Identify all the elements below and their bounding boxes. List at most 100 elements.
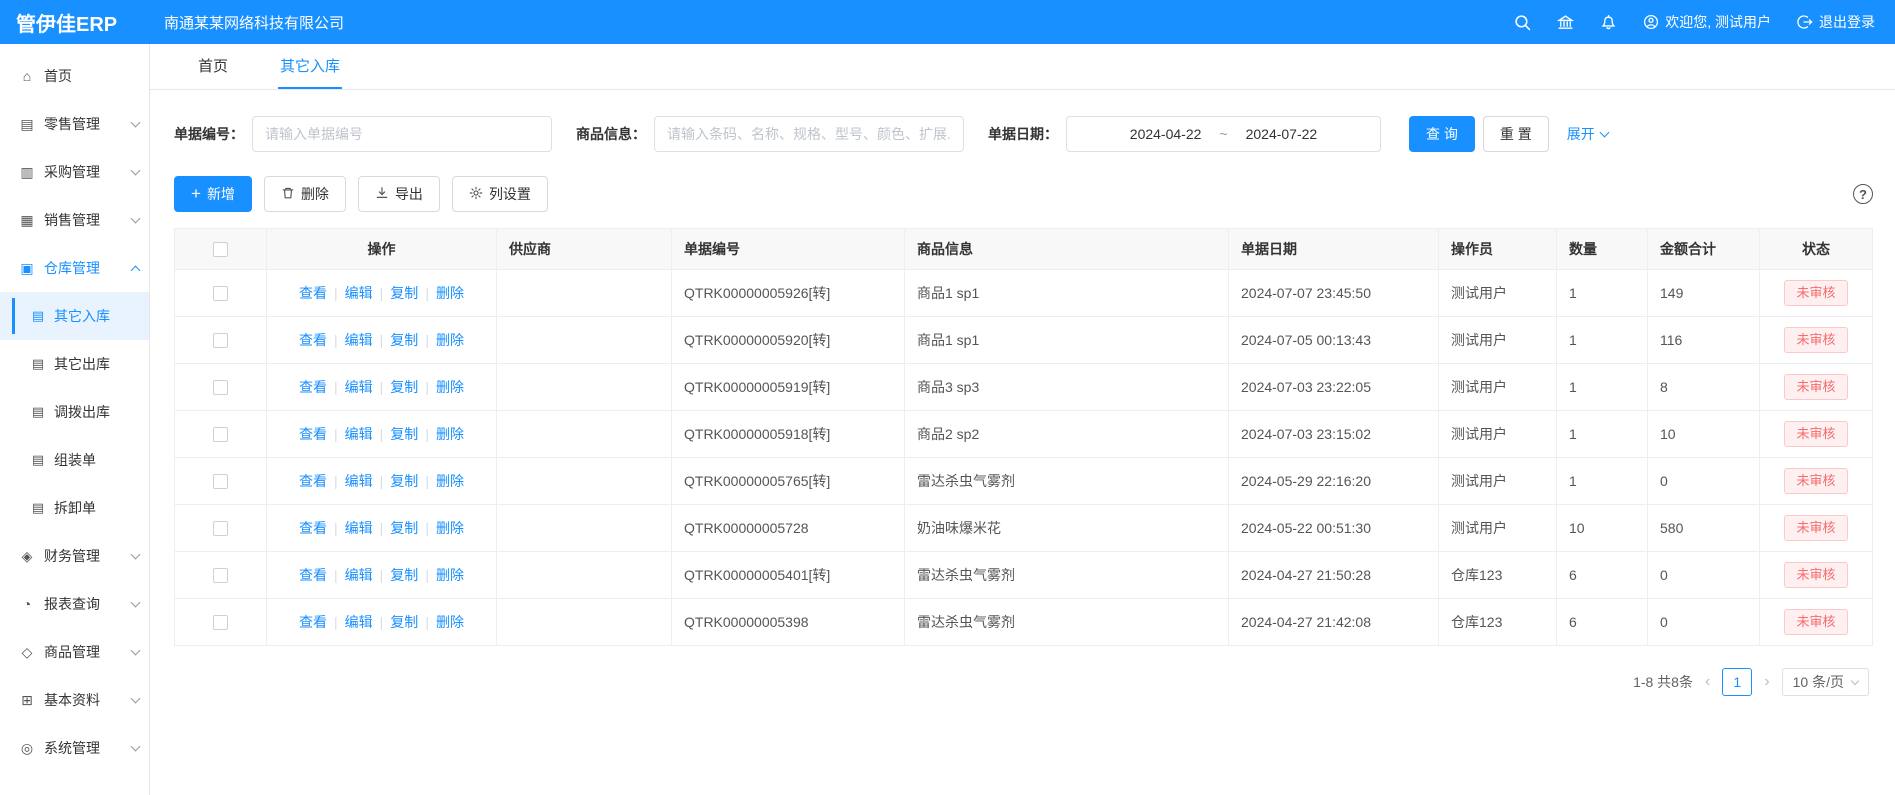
action-separator: | — [334, 473, 338, 489]
row-delete-link[interactable]: 删除 — [436, 285, 464, 301]
sidebar-item-warehouse[interactable]: ▣ 仓库管理 — [0, 244, 149, 292]
sidebar-subitem-label: 其它入库 — [54, 306, 110, 326]
export-button[interactable]: 导出 — [358, 176, 440, 212]
row-checkbox[interactable] — [213, 380, 228, 395]
row-checkbox[interactable] — [213, 474, 228, 489]
product-info-input[interactable] — [654, 116, 964, 152]
amount-cell: 580 — [1648, 505, 1760, 552]
copy-link[interactable]: 复制 — [390, 520, 418, 536]
edit-link[interactable]: 编辑 — [345, 567, 373, 583]
edit-link[interactable]: 编辑 — [345, 614, 373, 630]
delete-button[interactable]: 删除 — [264, 176, 346, 212]
date-to[interactable]: 2024-07-22 — [1246, 126, 1318, 142]
bank-icon[interactable] — [1557, 14, 1574, 31]
sidebar-item-goods[interactable]: ◇ 商品管理 — [0, 628, 149, 676]
bell-icon[interactable] — [1600, 14, 1617, 31]
view-link[interactable]: 查看 — [299, 520, 327, 536]
qty-cell: 10 — [1557, 505, 1648, 552]
sidebar-item-retail[interactable]: ▤ 零售管理 — [0, 100, 149, 148]
row-checkbox[interactable] — [213, 615, 228, 630]
status-badge: 未审核 — [1784, 327, 1847, 353]
table-container: 操作 供应商 单据编号 商品信息 单据日期 操作员 数量 金额合计 状态 查看|… — [150, 228, 1895, 646]
row-delete-link[interactable]: 删除 — [436, 567, 464, 583]
reset-button[interactable]: 重 置 — [1483, 116, 1549, 152]
tab-home[interactable]: 首页 — [196, 44, 230, 89]
edit-link[interactable]: 编辑 — [345, 426, 373, 442]
sidebar-item-sales[interactable]: ▦ 销售管理 — [0, 196, 149, 244]
action-separator: | — [425, 567, 429, 583]
sidebar-item-basic-data[interactable]: ⊞ 基本资料 — [0, 676, 149, 724]
select-all-checkbox[interactable] — [213, 242, 228, 257]
view-link[interactable]: 查看 — [299, 473, 327, 489]
menu-icon: ◈ — [18, 548, 36, 565]
welcome-user[interactable]: 欢迎您, 测试用户 — [1643, 12, 1771, 32]
edit-link[interactable]: 编辑 — [345, 332, 373, 348]
copy-link[interactable]: 复制 — [390, 285, 418, 301]
sidebar-item-home[interactable]: ⌂ 首页 — [0, 52, 149, 100]
copy-link[interactable]: 复制 — [390, 379, 418, 395]
column-settings-button[interactable]: 列设置 — [452, 176, 548, 212]
gear-icon — [469, 186, 483, 203]
help-icon[interactable]: ? — [1853, 184, 1873, 204]
sidebar-item-system[interactable]: ◎ 系统管理 — [0, 724, 149, 772]
actions-cell: 查看|编辑|复制|删除 — [267, 317, 497, 364]
edit-link[interactable]: 编辑 — [345, 285, 373, 301]
view-link[interactable]: 查看 — [299, 614, 327, 630]
tab-other-inbound[interactable]: 其它入库 — [278, 44, 342, 89]
row-checkbox[interactable] — [213, 286, 228, 301]
logout-button[interactable]: 退出登录 — [1797, 12, 1875, 32]
table-row: 查看|编辑|复制|删除 QTRK00000005926[转] 商品1 sp1 2… — [175, 270, 1873, 317]
sidebar-subitem-assembly-order[interactable]: ▤ 组装单 — [0, 436, 149, 484]
row-delete-link[interactable]: 删除 — [436, 332, 464, 348]
sidebar-subitem-disassembly-order[interactable]: ▤ 拆卸单 — [0, 484, 149, 532]
operator-cell: 仓库123 — [1439, 599, 1557, 646]
menu-icon: ◇ — [18, 644, 36, 661]
next-page-button[interactable]: › — [1762, 673, 1771, 691]
row-delete-link[interactable]: 删除 — [436, 520, 464, 536]
row-delete-link[interactable]: 删除 — [436, 426, 464, 442]
edit-link[interactable]: 编辑 — [345, 379, 373, 395]
page-size-select[interactable]: 10 条/页 — [1782, 668, 1869, 696]
view-link[interactable]: 查看 — [299, 379, 327, 395]
action-separator: | — [380, 520, 384, 536]
bill-no-cell: QTRK00000005765[转] — [672, 458, 905, 505]
row-delete-link[interactable]: 删除 — [436, 379, 464, 395]
operator-cell: 测试用户 — [1439, 270, 1557, 317]
sidebar-item-finance[interactable]: ◈ 财务管理 — [0, 532, 149, 580]
edit-link[interactable]: 编辑 — [345, 520, 373, 536]
row-checkbox[interactable] — [213, 568, 228, 583]
sidebar-subitem-other-outbound[interactable]: ▤ 其它出库 — [0, 340, 149, 388]
copy-link[interactable]: 复制 — [390, 426, 418, 442]
amount-cell: 10 — [1648, 411, 1760, 458]
page-number-button[interactable]: 1 — [1722, 668, 1752, 696]
view-link[interactable]: 查看 — [299, 426, 327, 442]
view-link[interactable]: 查看 — [299, 285, 327, 301]
sidebar-subitem-other-inbound[interactable]: ▤ 其它入库 — [0, 292, 149, 340]
search-icon[interactable] — [1514, 14, 1531, 31]
row-checkbox[interactable] — [213, 333, 228, 348]
edit-link[interactable]: 编辑 — [345, 473, 373, 489]
copy-link[interactable]: 复制 — [390, 332, 418, 348]
bill-no-input[interactable] — [252, 116, 552, 152]
sidebar-subitem-transfer-outbound[interactable]: ▤ 调拨出库 — [0, 388, 149, 436]
row-delete-link[interactable]: 删除 — [436, 614, 464, 630]
view-link[interactable]: 查看 — [299, 332, 327, 348]
copy-link[interactable]: 复制 — [390, 614, 418, 630]
date-from[interactable]: 2024-04-22 — [1130, 126, 1202, 142]
row-delete-link[interactable]: 删除 — [436, 473, 464, 489]
status-badge: 未审核 — [1784, 421, 1847, 447]
sidebar-item-purchase[interactable]: ▥ 采购管理 — [0, 148, 149, 196]
search-button[interactable]: 查 询 — [1409, 116, 1475, 152]
row-checkbox[interactable] — [213, 427, 228, 442]
sidebar-item-report[interactable]: ◔ 报表查询 — [0, 580, 149, 628]
expand-link[interactable]: 展开 — [1567, 124, 1608, 144]
view-link[interactable]: 查看 — [299, 567, 327, 583]
row-checkbox[interactable] — [213, 521, 228, 536]
copy-link[interactable]: 复制 — [390, 473, 418, 489]
status-badge: 未审核 — [1784, 280, 1847, 306]
add-button[interactable]: + 新增 — [174, 176, 252, 212]
select-cell — [175, 458, 267, 505]
copy-link[interactable]: 复制 — [390, 567, 418, 583]
prev-page-button[interactable]: ‹ — [1703, 673, 1712, 691]
date-range-picker[interactable]: 2024-04-22 ~ 2024-07-22 — [1066, 116, 1381, 152]
